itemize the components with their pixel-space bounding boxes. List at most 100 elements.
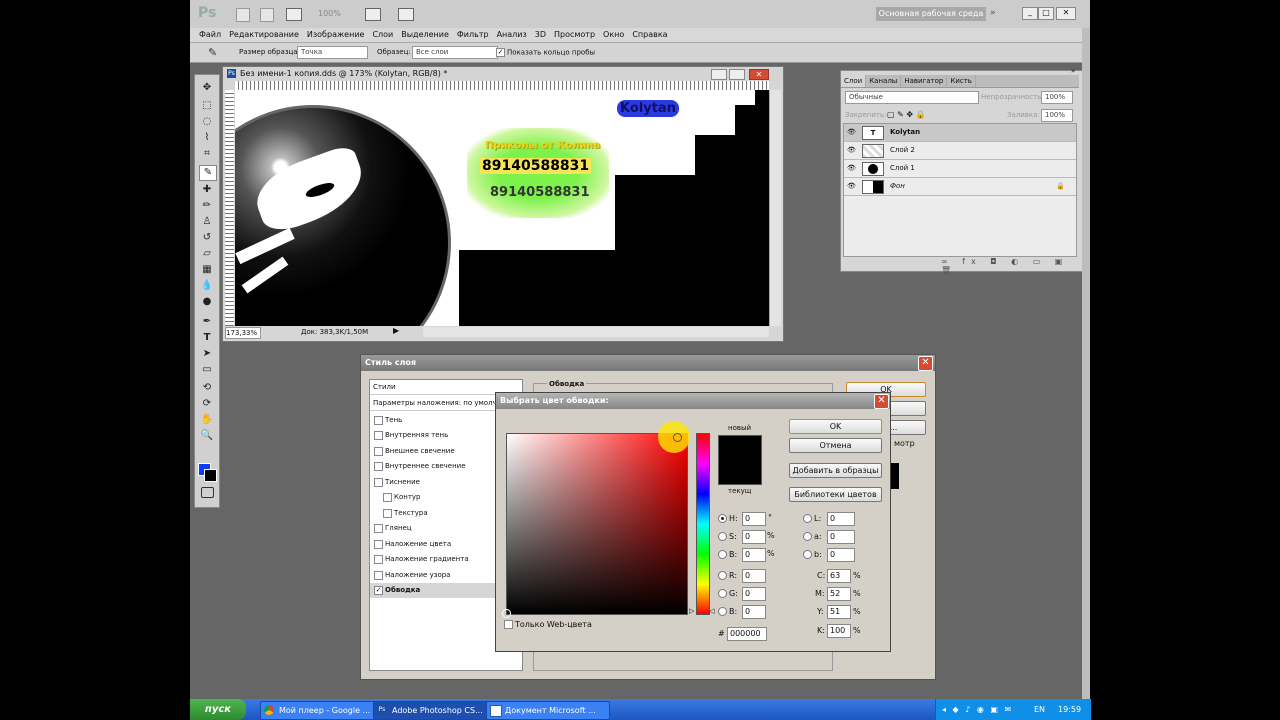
c-field[interactable]: 63: [827, 569, 851, 583]
hue-slider[interactable]: [696, 433, 710, 615]
menu-layers[interactable]: Слои: [368, 28, 397, 42]
menu-3d[interactable]: 3D: [531, 28, 550, 42]
lasso-tool-icon[interactable]: ◌: [199, 115, 215, 129]
layer-row-kolytan[interactable]: 👁 T Kolytan: [844, 124, 1076, 142]
style-item-inner-shadow[interactable]: Внутренняя тень: [370, 428, 498, 443]
r-radio-row[interactable]: R:: [718, 570, 737, 582]
background-color[interactable]: [204, 469, 217, 482]
g-radio[interactable]: [718, 589, 727, 598]
style-checkbox[interactable]: [374, 477, 383, 487]
l-radio[interactable]: [803, 514, 812, 523]
k-field[interactable]: 100: [827, 624, 851, 638]
menu-edit[interactable]: Редактирование: [225, 28, 303, 42]
start-button[interactable]: пуск: [190, 699, 246, 720]
color-field-marker[interactable]: [502, 609, 511, 618]
lab-b-field[interactable]: 0: [827, 548, 855, 562]
restore-icon[interactable]: □: [1038, 7, 1054, 20]
style-item-outer-glow[interactable]: Внешнее свечение: [370, 444, 498, 459]
style-checkbox[interactable]: [383, 492, 392, 502]
layers-footer-icons[interactable]: ∞ fx ◘ ◐ ▭ ▣ 🗑: [941, 257, 1083, 275]
lab-b-radio-row[interactable]: b:: [803, 549, 822, 561]
canvas[interactable]: Приколы от Колина 89140588831 8914058883…: [235, 90, 769, 326]
dialog-close-icon[interactable]: ✕: [918, 356, 933, 371]
a-field[interactable]: 0: [827, 530, 855, 544]
style-item-satin[interactable]: Глянец: [370, 521, 498, 536]
menu-select[interactable]: Выделение: [397, 28, 453, 42]
style-checkbox[interactable]: [374, 523, 383, 533]
task-chrome[interactable]: Мой плеер - Google ...: [260, 701, 384, 720]
h-scrollbar[interactable]: [423, 327, 769, 337]
history-brush-icon[interactable]: ↺: [199, 231, 215, 245]
minimize-icon[interactable]: _: [1022, 7, 1038, 20]
color-field[interactable]: [506, 433, 688, 615]
doc-close-icon[interactable]: ✕: [749, 69, 769, 80]
style-item-texture[interactable]: Текстура: [370, 506, 507, 521]
hue-slider-right-arrow[interactable]: ◁: [709, 607, 714, 615]
doc-minimize-icon[interactable]: [711, 69, 727, 80]
style-item-inner-glow[interactable]: Внутреннее свечение: [370, 459, 498, 474]
style-checkbox[interactable]: [383, 508, 392, 518]
panel-collapse-icon[interactable]: »: [1071, 67, 1075, 75]
menu-analysis[interactable]: Анализ: [493, 28, 531, 42]
lab-b-radio[interactable]: [803, 550, 812, 559]
s-radio[interactable]: [718, 532, 727, 541]
r-radio[interactable]: [718, 571, 727, 580]
menu-filter[interactable]: Фильтр: [453, 28, 493, 42]
b-radio-row[interactable]: B:: [718, 549, 737, 561]
tray-icons[interactable]: ◂ ◆ ♪ ◉ ▣ ✉: [942, 699, 1013, 720]
h-field[interactable]: 0: [742, 512, 766, 526]
minibridge-icon[interactable]: [260, 8, 274, 22]
style-item-contour[interactable]: Контур: [370, 490, 507, 505]
eyedropper-preset-icon[interactable]: ✎: [208, 46, 217, 59]
style-checkbox[interactable]: [374, 415, 383, 425]
sample-size-select[interactable]: Точка: [297, 46, 368, 59]
menu-image[interactable]: Изображение: [303, 28, 369, 42]
eyedropper-tool-icon[interactable]: ✎: [199, 165, 217, 181]
zoom-level[interactable]: 100%: [318, 9, 341, 18]
ring-checkbox[interactable]: ✓: [496, 48, 505, 57]
web-only-row[interactable]: Только Web-цвета: [504, 619, 592, 631]
zoom-status[interactable]: 173,33%: [225, 327, 261, 339]
shape-tool-icon[interactable]: ▭: [199, 363, 215, 377]
tab-layers[interactable]: Слои: [841, 75, 867, 87]
blur-tool-icon[interactable]: 💧: [199, 279, 215, 293]
menu-help[interactable]: Справка: [628, 28, 671, 42]
style-item-stroke[interactable]: ✓ Обводка: [370, 583, 498, 598]
h-radio-row[interactable]: H:: [718, 513, 738, 525]
h-radio[interactable]: [718, 514, 727, 523]
quick-select-tool-icon[interactable]: ⌇: [199, 131, 215, 145]
lock-icons[interactable]: ▢ ✎ ✥ 🔒: [887, 110, 926, 119]
tab-brush[interactable]: Кисть: [947, 75, 976, 87]
view-extras-icon[interactable]: [286, 8, 302, 21]
marquee-tool-icon[interactable]: ⬚: [199, 99, 215, 113]
color-cancel-button[interactable]: Отмена: [789, 438, 882, 453]
style-checkbox[interactable]: [374, 554, 383, 564]
s-radio-row[interactable]: S:: [718, 531, 737, 543]
lang-indicator[interactable]: EN: [1034, 699, 1045, 720]
screen-mode-icon[interactable]: [398, 8, 414, 21]
layer-row-1[interactable]: 👁 Слой 1: [844, 160, 1076, 178]
add-to-swatches-button[interactable]: Добавить в образцы: [789, 463, 882, 478]
color-ok-button[interactable]: OK: [789, 419, 882, 434]
gradient-tool-icon[interactable]: ▦: [199, 263, 215, 277]
layer-row-2[interactable]: 👁 Слой 2: [844, 142, 1076, 160]
opacity-field[interactable]: 100%: [1041, 91, 1073, 104]
crop-tool-icon[interactable]: ⌗: [199, 147, 215, 161]
blue-field[interactable]: 0: [742, 605, 766, 619]
m-field[interactable]: 52: [827, 587, 851, 601]
style-checkbox[interactable]: [374, 461, 383, 471]
doc-restore-icon[interactable]: [729, 69, 745, 80]
color-picker-close-icon[interactable]: ✕: [874, 394, 889, 409]
menu-file[interactable]: Файл: [190, 28, 225, 42]
style-item-shadow[interactable]: Тень: [370, 413, 498, 428]
r-field[interactable]: 0: [742, 569, 766, 583]
sample-select[interactable]: Все слои: [412, 46, 498, 59]
style-item-color-overlay[interactable]: Наложение цвета: [370, 537, 498, 552]
layer-row-background[interactable]: 👁 Фон 🔒: [844, 178, 1076, 196]
3d-rotate-icon[interactable]: ⟲: [199, 381, 215, 395]
b-field[interactable]: 0: [742, 548, 766, 562]
blend-mode-select[interactable]: Обычные: [845, 91, 979, 104]
eraser-tool-icon[interactable]: ▱: [199, 247, 215, 261]
hue-slider-left-arrow[interactable]: ▷: [689, 607, 694, 615]
tab-channels[interactable]: Каналы: [866, 75, 902, 87]
